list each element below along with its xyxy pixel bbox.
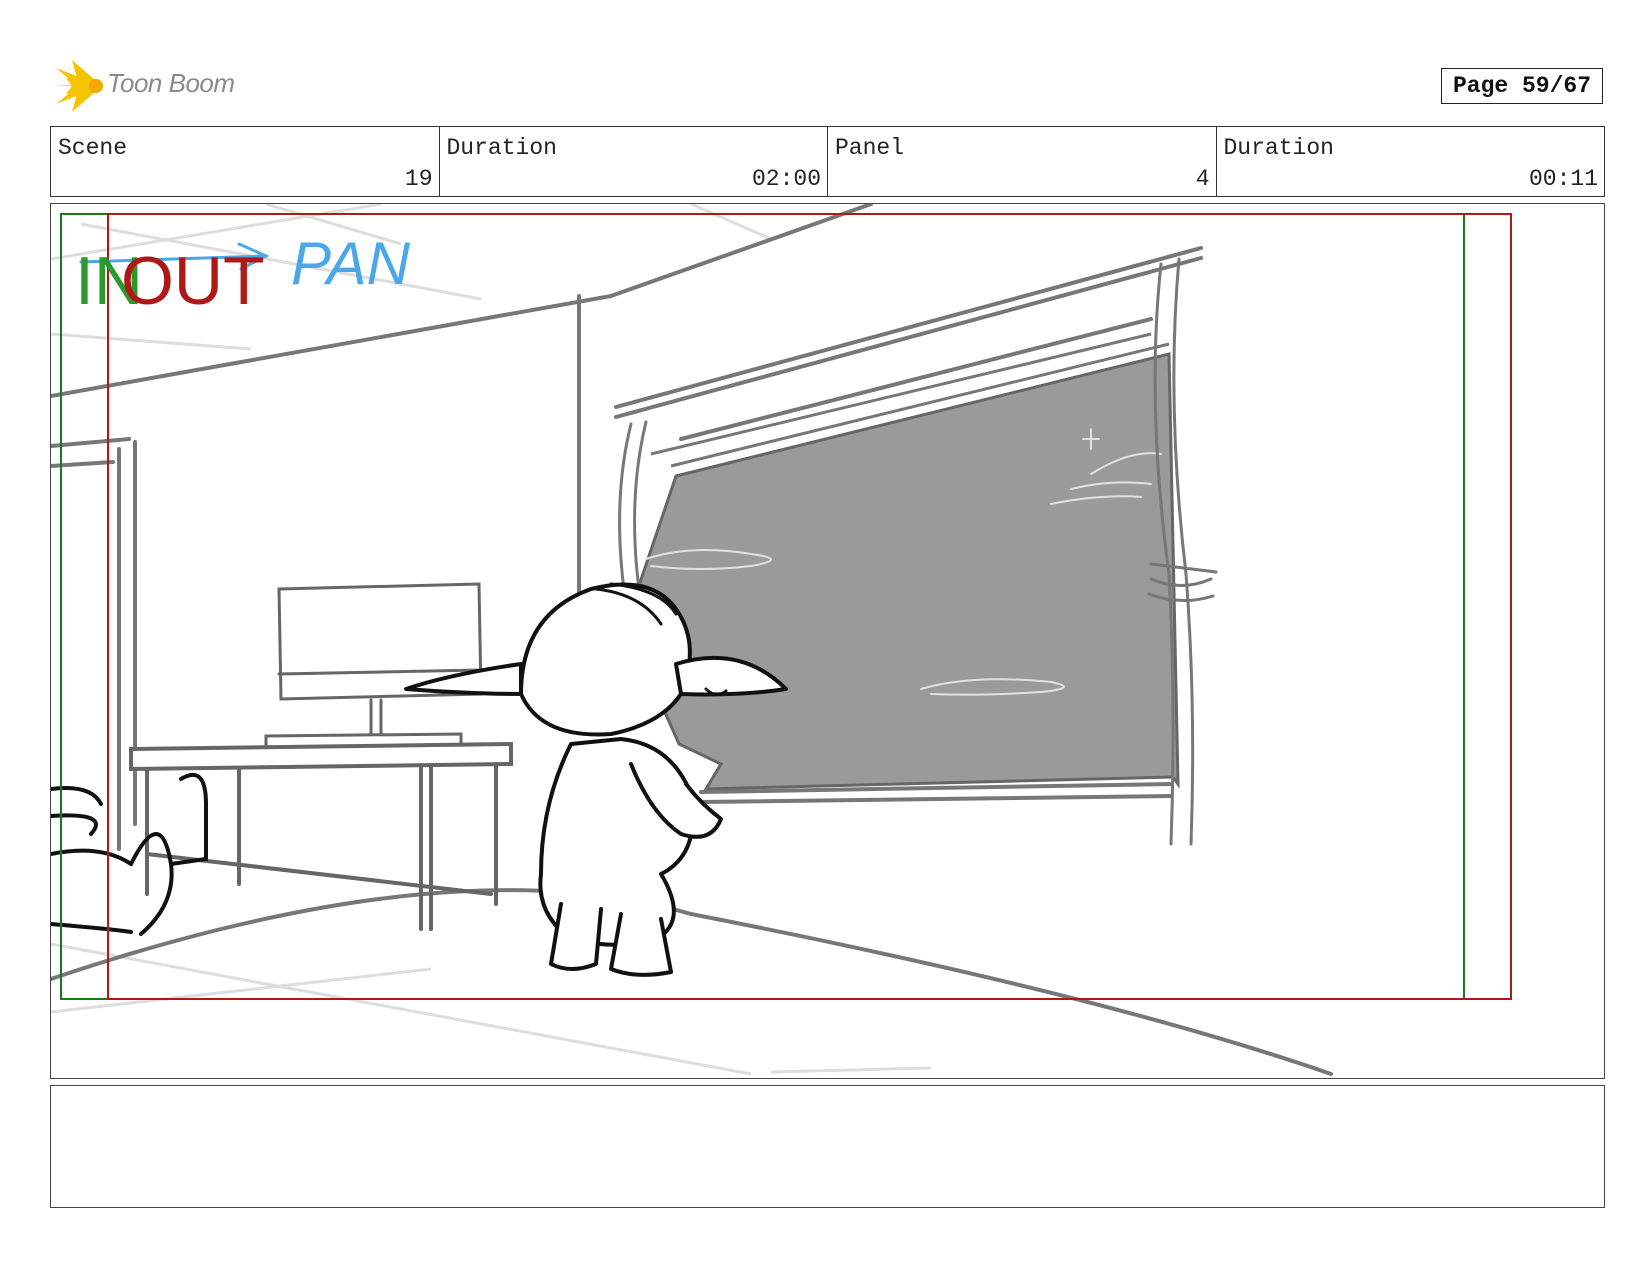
toon-boom-logo: Toon Boom — [52, 58, 252, 116]
scene-cell: Scene 19 — [51, 127, 440, 196]
panel-label: Panel — [835, 135, 905, 161]
storyboard-panel: IN OUT PAN — [50, 203, 1605, 1079]
panel-notes-box — [50, 1085, 1605, 1208]
logo-text: Toon Boom — [107, 68, 235, 98]
scene-duration-value: 02:00 — [751, 166, 821, 192]
scene-duration-label: Duration — [446, 135, 557, 161]
scene-label: Scene — [58, 135, 128, 161]
starburst-logo-icon — [52, 60, 103, 112]
panel-duration-cell: Duration 00:11 — [1217, 127, 1605, 196]
panel-duration-label: Duration — [1223, 135, 1334, 161]
page-indicator: Page 59/67 — [1441, 68, 1603, 104]
panel-sketch: IN OUT PAN — [51, 204, 1512, 1076]
scene-value: 19 — [404, 166, 433, 192]
panel-cell: Panel 4 — [828, 127, 1217, 196]
panel-info-table: Scene 19 Duration 02:00 Panel 4 Duration… — [50, 126, 1605, 197]
panel-value: 4 — [1195, 166, 1210, 192]
panel-duration-value: 00:11 — [1528, 166, 1598, 192]
out-label: OUT — [121, 243, 265, 319]
scene-duration-cell: Duration 02:00 — [440, 127, 828, 196]
pan-note: PAN — [291, 230, 411, 297]
